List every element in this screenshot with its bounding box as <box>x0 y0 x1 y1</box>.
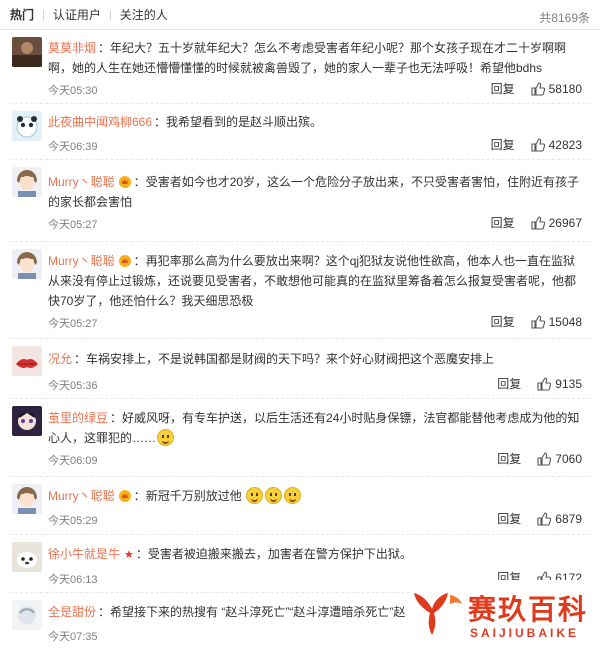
comment-time: 今天05:29 <box>48 515 98 527</box>
like-button[interactable]: 42823 <box>531 138 582 152</box>
comment-time: 今天06:13 <box>48 574 98 586</box>
like-count: 9135 <box>555 376 582 391</box>
like-button[interactable]: 26967 <box>531 216 582 230</box>
comment-item: Murry丶聪聪 ：受害者如今也才20岁，这么一个危险分子放出来，不只受害者害怕，… <box>10 160 590 242</box>
avatar[interactable] <box>12 346 42 376</box>
thumbs-up-icon <box>531 81 545 96</box>
reply-button[interactable]: 回复 <box>491 214 515 231</box>
comment-text: 年纪大？五十岁就年纪大？怎么不考虑受害者年纪小呢？那个女孩子现在才二十岁啊啊啊，… <box>48 41 567 75</box>
comment-item: 况允 ：车祸安排上，不是说韩国都是财阀的天下吗？来个好心财阀把这个恶魔安排上 今天… <box>10 339 590 399</box>
reply-button[interactable]: 回复 <box>491 136 515 153</box>
comment-time: 今天05:27 <box>48 219 98 231</box>
whale-tail-logo-icon <box>414 593 462 635</box>
thumbs-up-icon <box>531 314 545 329</box>
comment-username[interactable]: 此夜曲中闻鸡柳666 <box>48 115 152 129</box>
reply-button[interactable]: 回复 <box>497 510 521 527</box>
tab-hot[interactable]: 热门 <box>10 6 34 23</box>
comment-username[interactable]: 徐小牛就是牛 <box>48 547 120 561</box>
thumbs-up-icon <box>537 376 552 391</box>
comment-username[interactable]: 莫莫非烟 <box>48 41 96 55</box>
thumbs-up-icon <box>531 137 545 152</box>
tab-verified[interactable]: 认证用户 <box>53 6 101 23</box>
total-comment-count: 共8169条 <box>539 11 590 25</box>
smile-emoji-icon <box>283 487 301 504</box>
avatar[interactable] <box>12 167 42 197</box>
comment-username[interactable]: Murry丶聪聪 <box>48 254 115 268</box>
comment-item: Murry丶聪聪 ：新冠千万别放过他 今天05:29 回复 6879 <box>10 477 590 535</box>
comment-item: 此夜曲中闻鸡柳666 ：我希望看到的是赵斗顺出殡。 今天06:39 回复 4282… <box>10 104 590 160</box>
comment-list: 莫莫非烟 ：年纪大？五十岁就年纪大？怎么不考虑受害者年纪小呢？那个女孩子现在才二十… <box>0 30 600 653</box>
comment-time: 今天05:36 <box>48 380 98 392</box>
colon: ： <box>74 352 87 366</box>
comment-time: 今天05:30 <box>48 85 98 97</box>
comment-tabs: 热门 | 认证用户 | 关注的人 共8169条 <box>0 0 600 30</box>
colon: ： <box>133 489 146 503</box>
like-button[interactable]: 6879 <box>537 512 582 526</box>
like-count: 6879 <box>555 511 582 526</box>
comment-username[interactable]: 况允 <box>48 352 72 366</box>
colon: ： <box>98 41 111 55</box>
avatar[interactable] <box>12 484 42 514</box>
comment-item: 茧里的绿豆 ：好威风呀，有专车护送，以后生活还有24小时贴身保镖，法官都能替他考虑… <box>10 399 590 477</box>
watermark-title: 赛玖百科 <box>468 593 589 626</box>
like-count: 42823 <box>548 137 582 152</box>
colon: ： <box>133 254 146 268</box>
like-button[interactable]: 15048 <box>531 315 582 329</box>
comment-username[interactable]: Murry丶聪聪 <box>48 175 115 189</box>
tab-divider: | <box>108 8 112 21</box>
avatar[interactable] <box>12 249 42 279</box>
avatar[interactable] <box>12 111 42 141</box>
avatar[interactable] <box>12 37 42 67</box>
reply-button[interactable]: 回复 <box>497 375 521 392</box>
like-button[interactable]: 7060 <box>537 452 582 466</box>
comment-time: 今天06:09 <box>48 455 98 467</box>
comment-text: 我希望看到的是赵斗顺出殡。 <box>166 115 323 129</box>
like-count: 15048 <box>548 314 582 329</box>
tab-divider: | <box>42 8 45 21</box>
colon: ： <box>154 115 167 129</box>
comment-text: 新冠千万别放过他 <box>145 489 242 503</box>
smile-emoji-icon <box>264 487 282 504</box>
thumbs-up-icon <box>537 511 552 526</box>
like-count: 58180 <box>548 81 582 96</box>
like-count: 7060 <box>555 451 582 466</box>
comment-text: 车祸安排上，不是说韩国都是财阀的天下吗？来个好心财阀把这个恶魔安排上 <box>86 352 495 366</box>
comment-text: 好威风呀，有专车护送，以后生活还有24小时贴身保镖，法官都能替他考虑成为他的知心… <box>48 411 580 445</box>
comment-username[interactable]: 茧里的绿豆 <box>48 411 108 425</box>
verified-star-icon: ★ <box>124 549 134 561</box>
like-count: 26967 <box>548 215 582 230</box>
watermark: 赛玖百科 SAIJIUBAIKE <box>410 580 600 659</box>
vip-crown-icon <box>118 255 131 267</box>
avatar[interactable] <box>12 600 42 630</box>
like-button[interactable]: 58180 <box>531 82 582 96</box>
comment-time: 今天07:35 <box>48 631 98 643</box>
colon: ： <box>133 175 146 189</box>
reply-button[interactable]: 回复 <box>491 80 515 97</box>
comment-text: 希望接下来的热搜有 “赵斗淳死亡”“赵斗淳遭暗杀死亡”赵 <box>110 605 406 619</box>
vip-crown-icon <box>118 490 131 502</box>
reply-button[interactable]: 回复 <box>491 313 515 330</box>
smirk-emoji-icon <box>157 429 175 446</box>
avatar[interactable] <box>12 406 42 436</box>
colon: ： <box>110 411 123 425</box>
comment-item: Murry丶聪聪 ：再犯率那么高为什么要放出来啊？这个qj犯狱友说他性欲高，他本人… <box>10 242 590 339</box>
comment-time: 今天06:39 <box>48 141 98 153</box>
avatar[interactable] <box>12 542 42 572</box>
comment-text: 受害者被迫搬来搬去，加害者在警方保护下出狱。 <box>147 547 412 561</box>
reply-button[interactable]: 回复 <box>497 450 521 467</box>
comment-username[interactable]: 全是甜份 <box>48 605 96 619</box>
smile-emoji-icon <box>245 487 263 504</box>
thumbs-up-icon <box>531 215 545 230</box>
colon: ： <box>135 547 148 561</box>
tab-following[interactable]: 关注的人 <box>120 6 168 23</box>
watermark-subtitle: SAIJIUBAIKE <box>470 626 580 640</box>
comment-username[interactable]: Murry丶聪聪 <box>48 489 115 503</box>
like-button[interactable]: 9135 <box>537 377 582 391</box>
comment-time: 今天05:27 <box>48 318 98 330</box>
colon: ： <box>98 605 111 619</box>
comment-item: 莫莫非烟 ：年纪大？五十岁就年纪大？怎么不考虑受害者年纪小呢？那个女孩子现在才二十… <box>10 30 590 104</box>
vip-crown-icon <box>118 176 131 188</box>
thumbs-up-icon <box>537 451 552 466</box>
